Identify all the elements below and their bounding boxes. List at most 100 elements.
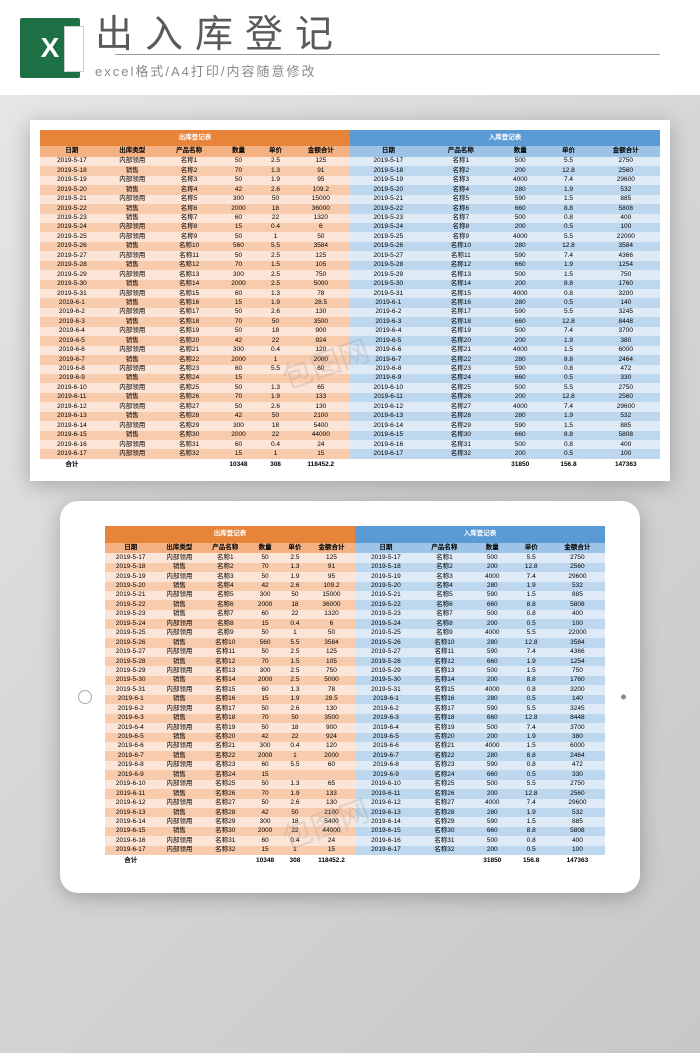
- column-header: 单价: [513, 543, 550, 553]
- cell: 280: [472, 751, 513, 760]
- cell: 1.9: [259, 176, 291, 185]
- cell: 50: [218, 251, 260, 260]
- cell: 1.9: [513, 733, 550, 742]
- cell: 50: [259, 317, 291, 326]
- cell: 2019-6-2: [350, 308, 427, 317]
- cell: 1254: [592, 261, 660, 270]
- cell: 名称23: [161, 365, 218, 374]
- cell: 名称15: [161, 289, 218, 298]
- cell: 105: [308, 657, 355, 666]
- cell: 4000: [495, 402, 545, 411]
- cell: 200: [472, 846, 513, 855]
- blue-table: 入库登记表日期产品名称数量单价金额合计2019-5-17名称15005.5275…: [350, 130, 660, 471]
- table-row: 2019-6-10名称255005.52750: [350, 383, 660, 392]
- cell: 109.2: [308, 582, 355, 591]
- cell: 42: [248, 582, 282, 591]
- table-row: 2019-5-27内部领用名称11502.5125: [40, 251, 350, 260]
- title-block: 出入库登记 excel格式/A4打印/内容随意修改: [95, 16, 680, 80]
- table-row: 2019-6-4内部领用名称195018900: [105, 723, 355, 732]
- total-cell: 合计: [40, 459, 104, 471]
- cell: 5.5: [259, 365, 291, 374]
- cell: 1.5: [282, 657, 308, 666]
- cell: 2019-5-30: [355, 676, 417, 685]
- cell: 5.5: [282, 638, 308, 647]
- cell: 900: [308, 723, 355, 732]
- cell: 29600: [550, 572, 605, 581]
- total-cell: [427, 459, 495, 471]
- table-row: 2019-6-6内部领用名称213000.4120: [105, 742, 355, 751]
- cell: 名称6: [161, 204, 218, 213]
- table-row: 2019-5-20销售名称4422.6109.2: [40, 185, 350, 194]
- cell: 销售: [156, 638, 202, 647]
- cell: 7.4: [513, 572, 550, 581]
- cell: 1.3: [259, 166, 291, 175]
- cell: 内部领用: [156, 704, 202, 713]
- cell: 50: [308, 629, 355, 638]
- cell: 2019-5-24: [40, 223, 104, 232]
- cell: 900: [292, 327, 350, 336]
- cell: 4000: [495, 289, 545, 298]
- cell: 名称21: [161, 346, 218, 355]
- cell: 名称22: [427, 355, 495, 364]
- cell: 名称22: [417, 751, 472, 760]
- table-row: 2019-5-24名称82000.5100: [355, 619, 605, 628]
- table-row: 2019-6-15名称306608.85808: [350, 431, 660, 440]
- table-row: 2019-6-6名称2140001.56000: [355, 742, 605, 751]
- cell: 名称5: [202, 591, 248, 600]
- table-row: 2019-6-6内部领用名称213000.4120: [40, 346, 350, 355]
- table-row: 2019-5-23名称75000.8400: [355, 610, 605, 619]
- cell: 2019-5-20: [105, 582, 156, 591]
- cell: 内部领用: [104, 383, 161, 392]
- table-row: 2019-5-31名称1540000.83200: [355, 685, 605, 694]
- cell: 70: [218, 261, 260, 270]
- cell: 280: [472, 638, 513, 647]
- total-cell: 147363: [550, 855, 605, 867]
- cell: [282, 770, 308, 779]
- cell: 名称9: [427, 232, 495, 241]
- total-cell: [350, 459, 427, 471]
- cell: 名称21: [417, 742, 472, 751]
- table-row: 2019-6-12名称2740007.429600: [350, 402, 660, 411]
- cell: 名称26: [417, 789, 472, 798]
- cell: 名称28: [202, 808, 248, 817]
- cell: 29600: [592, 402, 660, 411]
- cell: 销售: [156, 676, 202, 685]
- cell: 590: [495, 421, 545, 430]
- total-cell: 10348: [248, 855, 282, 867]
- table-row: 2019-5-20名称42801.9532: [350, 185, 660, 194]
- cell: 3584: [592, 242, 660, 251]
- cell: 名称11: [161, 251, 218, 260]
- cell: 500: [495, 214, 545, 223]
- cell: 60: [308, 761, 355, 770]
- cell: 名称5: [427, 195, 495, 204]
- cell: 1.9: [545, 336, 591, 345]
- cell: 1.5: [545, 421, 591, 430]
- cell: 7.4: [513, 799, 550, 808]
- cell: 50: [218, 176, 260, 185]
- cell: 2019-6-12: [355, 799, 417, 808]
- cell: 2019-5-17: [105, 553, 156, 562]
- table-row: 2019-5-26销售名称105605.53584: [105, 638, 355, 647]
- cell: 18: [259, 327, 291, 336]
- cell: 名称19: [202, 723, 248, 732]
- table-row: 2019-5-29名称135001.5750: [350, 270, 660, 279]
- cell: 2019-5-23: [40, 214, 104, 223]
- table-row: 2019-5-28名称126601.91254: [355, 657, 605, 666]
- cell: 2019-6-13: [355, 808, 417, 817]
- cell: 750: [592, 270, 660, 279]
- cell: 3700: [592, 327, 660, 336]
- cell: 280: [472, 695, 513, 704]
- cell: 2.5: [282, 648, 308, 657]
- cell: 1.5: [513, 742, 550, 751]
- cell: 50: [248, 629, 282, 638]
- total-cell: 118452.2: [308, 855, 355, 867]
- table-row: 2019-6-4内部领用名称195018900: [40, 327, 350, 336]
- cell: 2019-6-3: [40, 317, 104, 326]
- cell: 885: [592, 421, 660, 430]
- cell: 名称6: [417, 600, 472, 609]
- cell: 60: [292, 365, 350, 374]
- table-row: 2019-6-17名称322000.5100: [350, 449, 660, 458]
- cell: 2750: [550, 553, 605, 562]
- cell: 名称3: [427, 176, 495, 185]
- cell: 5.5: [513, 780, 550, 789]
